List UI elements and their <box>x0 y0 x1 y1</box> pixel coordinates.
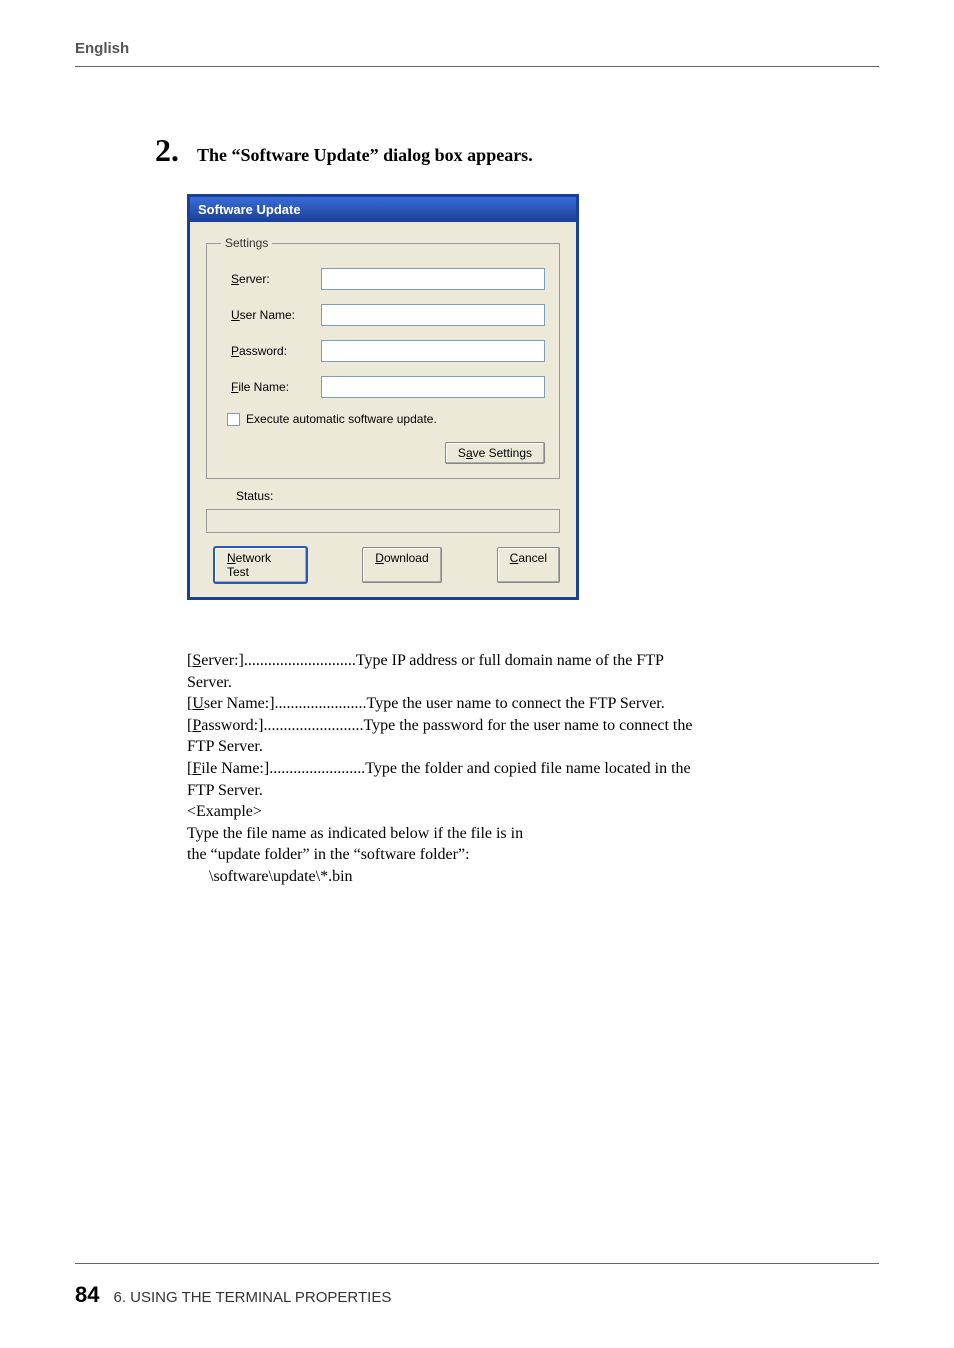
def-file-dots: ........................ <box>269 758 365 780</box>
def-file-desc4: the “update folder” in the “software fol… <box>187 844 927 866</box>
def-server-term: [Server:] <box>187 650 244 672</box>
page-number: 84 <box>75 1282 99 1308</box>
step-number: 2. <box>155 132 179 169</box>
def-password-desc2: FTP Server. <box>187 736 927 758</box>
step-text: The “Software Update” dialog box appears… <box>197 145 533 166</box>
def-server-dots: ............................ <box>244 650 356 672</box>
def-user-desc: Type the user name to connect the FTP Se… <box>367 693 665 715</box>
server-label: Server: <box>231 272 321 286</box>
def-file-desc2: FTP Server. <box>187 780 927 802</box>
def-password-dots: ......................... <box>263 715 363 737</box>
user-name-input[interactable] <box>321 304 545 326</box>
def-password-desc1: Type the password for the user name to c… <box>363 715 692 737</box>
network-test-button[interactable]: Network Test <box>214 547 307 583</box>
def-password-term: [Password:] <box>187 715 263 737</box>
file-name-label: File Name: <box>231 380 321 394</box>
def-file-desc3: Type the file name as indicated below if… <box>187 823 927 845</box>
page-footer: 84 6. USING THE TERMINAL PROPERTIES <box>75 1263 879 1308</box>
def-file-term: [File Name:] <box>187 758 269 780</box>
def-file-desc5: \software\update\*.bin <box>209 866 927 888</box>
def-user-term: [User Name:] <box>187 693 275 715</box>
save-settings-button[interactable]: Save Settings <box>445 442 545 464</box>
def-file-example: <Example> <box>187 801 927 823</box>
user-name-label: User Name: <box>231 308 321 322</box>
password-input[interactable] <box>321 340 545 362</box>
download-button[interactable]: Download <box>362 547 441 583</box>
status-label: Status: <box>236 489 560 503</box>
auto-update-label: Execute automatic software update. <box>246 412 437 426</box>
def-user-dots: ....................... <box>275 693 367 715</box>
def-server-desc1: Type IP address or full domain name of t… <box>356 650 664 672</box>
password-label: Password: <box>231 344 321 358</box>
status-display <box>206 509 560 533</box>
dialog-titlebar: Software Update <box>190 197 576 222</box>
settings-group: Settings Server: User Name: Password: <box>206 236 560 479</box>
auto-update-checkbox[interactable] <box>227 413 240 426</box>
cancel-button[interactable]: Cancel <box>497 547 560 583</box>
definitions-block: [Server:] ............................ T… <box>187 650 927 888</box>
chapter-title: 6. USING THE TERMINAL PROPERTIES <box>113 1289 391 1306</box>
def-server-desc2: Server. <box>187 672 927 694</box>
header-language: English <box>75 40 129 57</box>
software-update-dialog: Software Update Settings Server: User Na… <box>187 194 579 600</box>
step-row: 2. The “Software Update” dialog box appe… <box>155 132 879 169</box>
settings-legend: Settings <box>221 236 272 250</box>
file-name-input[interactable] <box>321 376 545 398</box>
server-input[interactable] <box>321 268 545 290</box>
def-file-desc1: Type the folder and copied file name loc… <box>365 758 690 780</box>
